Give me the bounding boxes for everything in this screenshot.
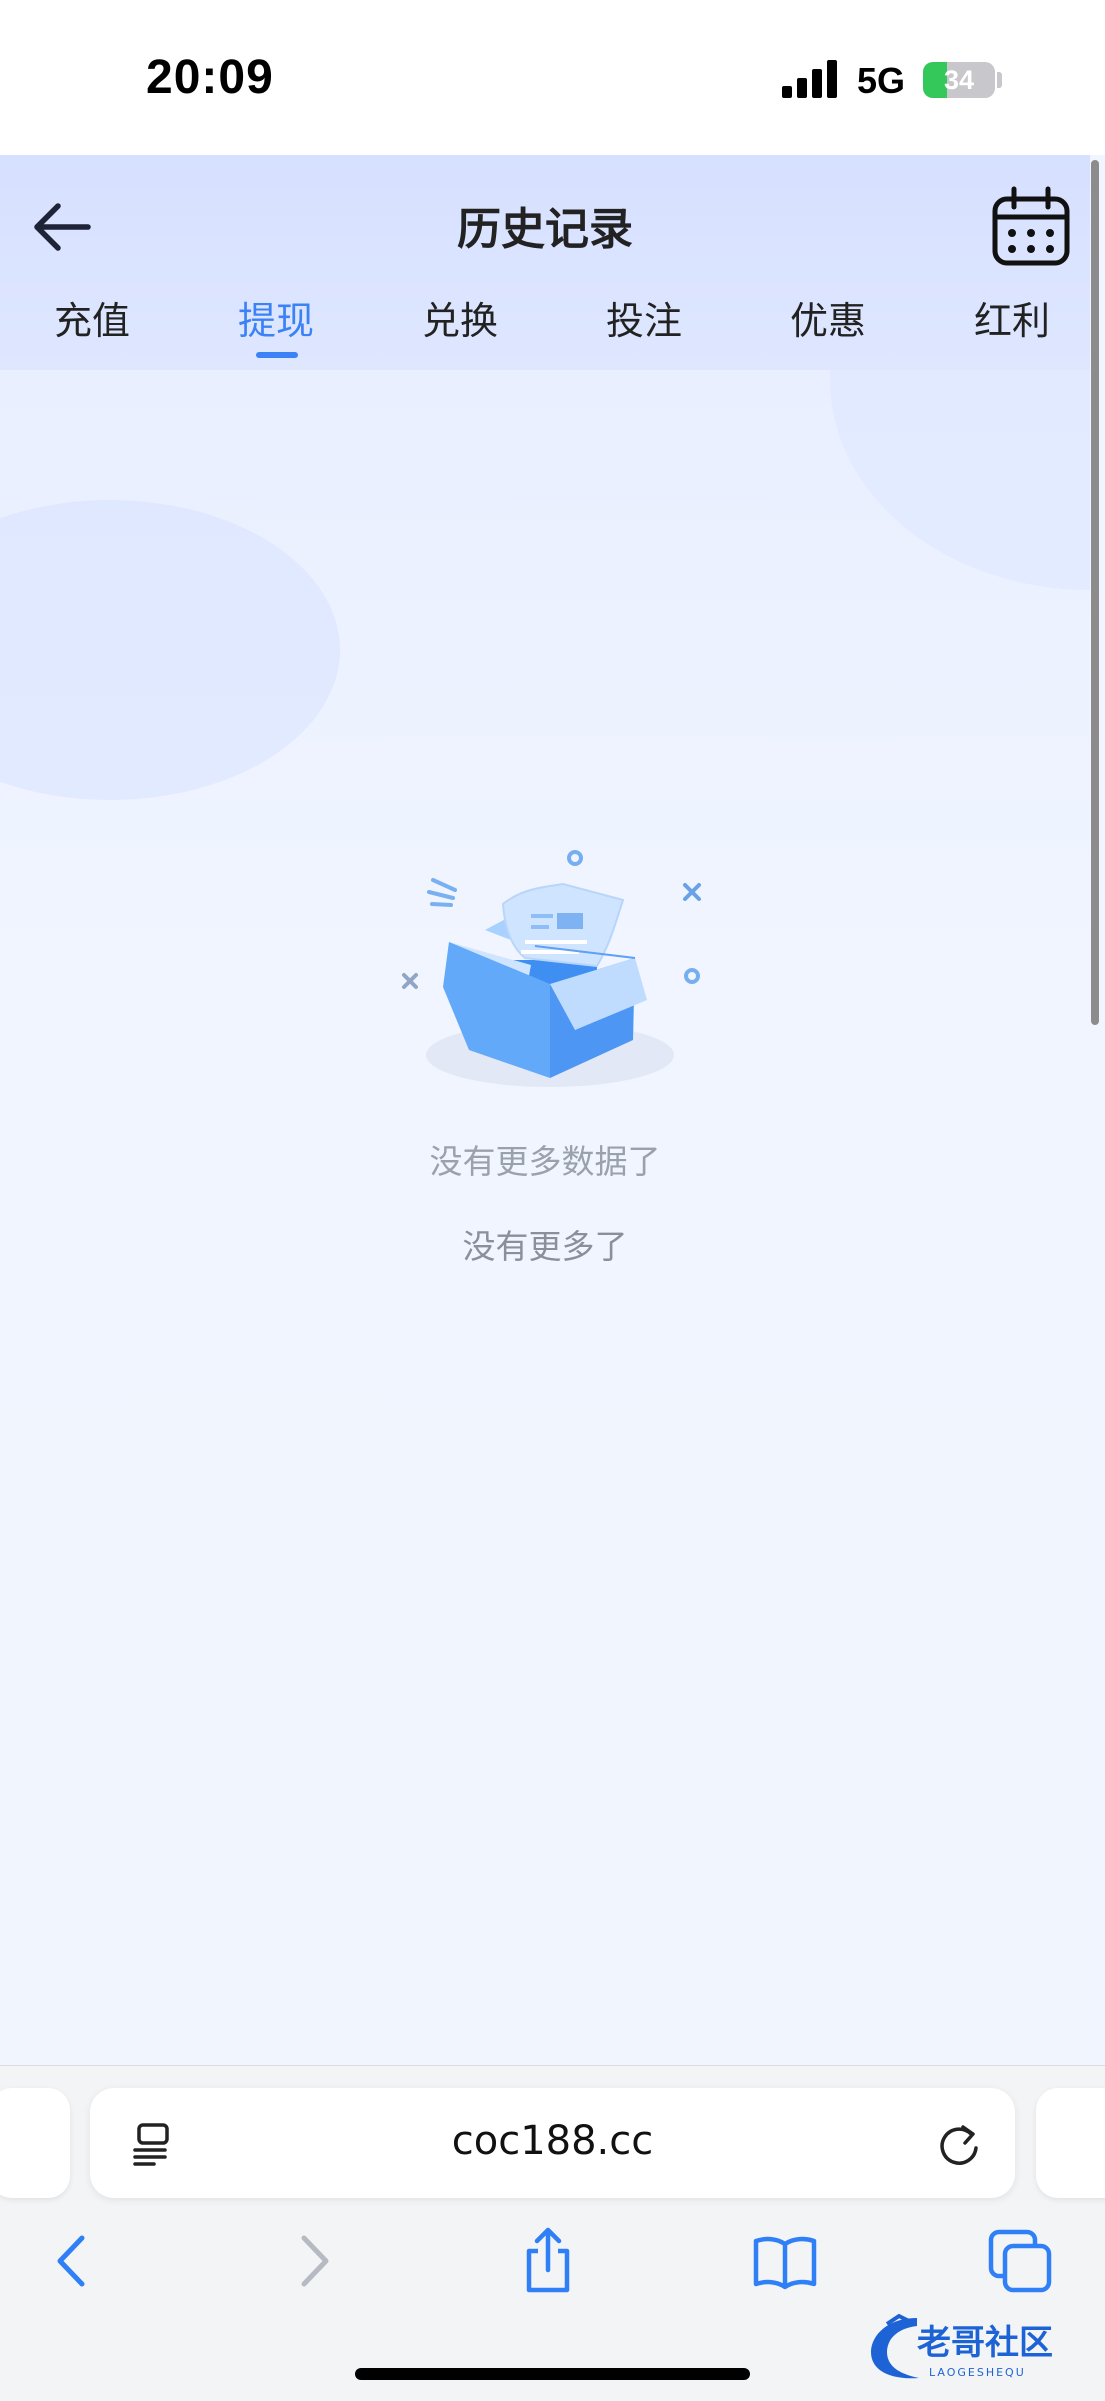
tab-exchange[interactable]: 兑换 (368, 290, 552, 345)
background-decoration (830, 370, 1090, 590)
browser-toolbar: coc188.cc 老哥社区 LAOGESHEQU (0, 2065, 1105, 2401)
browser-forward-button[interactable] (278, 2226, 348, 2296)
list-end-message: 没有更多了 (462, 1227, 628, 1266)
share-icon (526, 2227, 570, 2293)
calendar-icon (992, 186, 1070, 266)
records-list: 没有更多数据了 没有更多了 (0, 370, 1090, 2065)
tab-label: 兑换 (421, 299, 498, 343)
battery-icon: 34 (923, 62, 995, 98)
active-tab-indicator (256, 352, 298, 358)
share-button[interactable] (513, 2226, 583, 2296)
chevron-left-icon (57, 2235, 85, 2287)
url-text: coc188.cc (451, 2118, 654, 2164)
background-decoration (0, 500, 340, 800)
record-tabs: 充值 提现 兑换 投注 优惠 红利 (0, 290, 1090, 370)
calendar-button[interactable] (990, 185, 1072, 267)
tab-recharge[interactable]: 充值 (0, 290, 184, 345)
watermark-subtitle: LAOGESHEQU (929, 2366, 1026, 2379)
status-bar: 20:09 5G 34 (0, 0, 1105, 155)
book-icon (753, 2236, 817, 2290)
signal-icon (782, 60, 840, 98)
next-tab-peek[interactable] (1036, 2088, 1105, 2198)
status-time: 20:09 (146, 51, 274, 104)
watermark-logo: 老哥社区 LAOGESHEQU (871, 2313, 1053, 2379)
address-bar[interactable]: coc188.cc (90, 2088, 1015, 2198)
home-indicator[interactable] (355, 2368, 750, 2380)
network-type: 5G (857, 60, 906, 101)
tabs-button[interactable] (985, 2226, 1055, 2296)
scrollbar[interactable] (1091, 160, 1099, 1025)
bookmarks-button[interactable] (750, 2226, 820, 2296)
tab-bets[interactable]: 投注 (552, 290, 736, 345)
tab-bonus[interactable]: 红利 (920, 290, 1104, 345)
empty-box-illustration (402, 850, 701, 1087)
reload-icon[interactable] (935, 2118, 983, 2168)
chevron-right-icon (301, 2235, 329, 2287)
page-header: 历史记录 充值 提现 兑换 投注 优惠 红利 (0, 155, 1090, 370)
empty-state-message: 没有更多数据了 (429, 1142, 661, 1181)
battery-percent: 34 (943, 65, 975, 95)
tab-label: 优惠 (789, 299, 866, 343)
tabs-icon (988, 2229, 1052, 2293)
tab-withdraw[interactable]: 提现 (184, 290, 368, 358)
browser-back-button[interactable] (38, 2226, 108, 2296)
watermark-title: 老哥社区 (917, 2323, 1053, 2363)
tab-label: 投注 (605, 299, 682, 343)
page-title: 历史记录 (457, 204, 633, 255)
battery-nub (997, 72, 1002, 88)
tab-label: 提现 (237, 299, 314, 343)
previous-tab-peek[interactable] (0, 2088, 70, 2198)
tab-promotions[interactable]: 优惠 (736, 290, 920, 345)
tab-label: 充值 (53, 299, 130, 343)
tab-label: 红利 (973, 299, 1050, 343)
